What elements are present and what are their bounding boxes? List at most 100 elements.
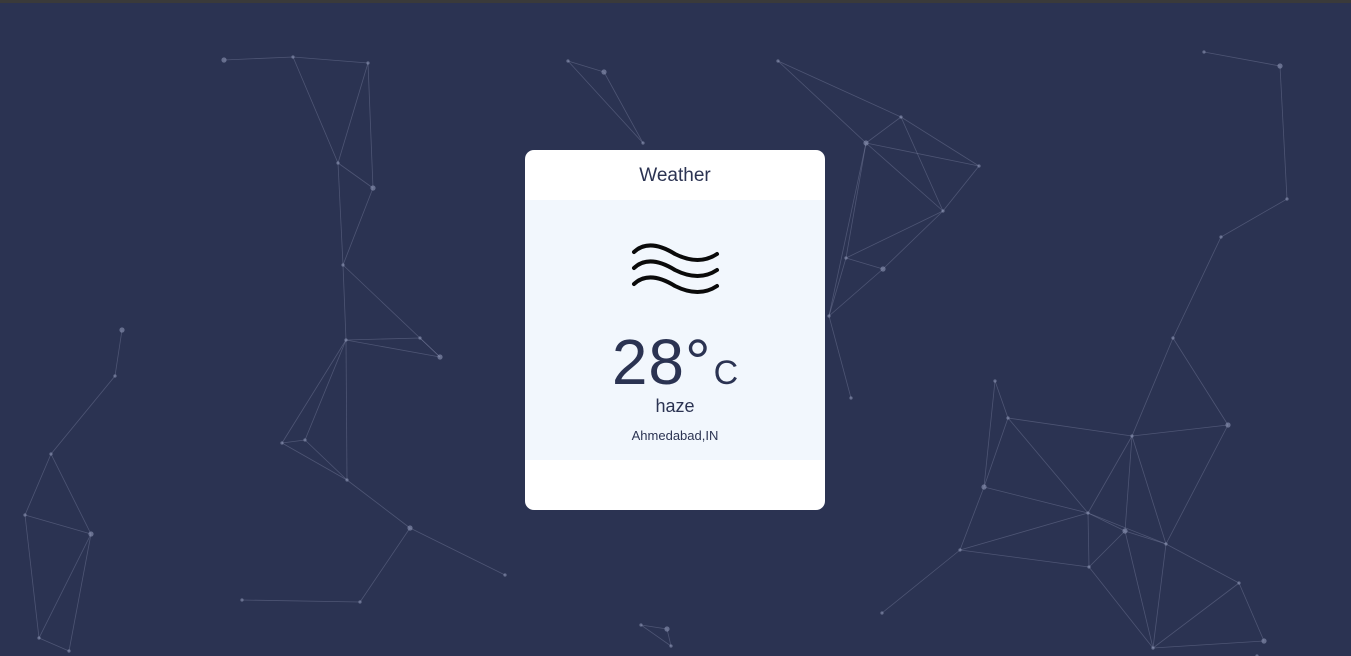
- particle-dot: [336, 161, 340, 165]
- particle-dot: [418, 336, 422, 340]
- particle-link: [359, 527, 411, 603]
- particle-link: [409, 527, 506, 576]
- particle-link: [845, 257, 884, 270]
- particle-dot: [1261, 638, 1267, 644]
- particle-link: [1124, 530, 1167, 545]
- particle-link: [845, 210, 944, 259]
- particle-link: [845, 142, 867, 259]
- particle-link: [1165, 543, 1240, 584]
- particle-link: [346, 479, 411, 529]
- particle-link: [1152, 640, 1265, 649]
- particle-dot: [639, 623, 643, 627]
- particle-link: [337, 162, 344, 266]
- particle-dot: [49, 452, 53, 456]
- particle-link: [1152, 543, 1167, 649]
- particle-link: [603, 71, 644, 144]
- particle-link: [994, 380, 1009, 419]
- particle-link: [828, 315, 852, 399]
- particle-dot: [303, 438, 307, 442]
- particle-link: [828, 268, 884, 317]
- particle-link: [1007, 417, 1133, 437]
- particle-dot: [977, 164, 981, 168]
- particle-link: [865, 142, 980, 167]
- particle-dot: [67, 649, 71, 653]
- particle-link: [1131, 337, 1174, 437]
- weather-condition: haze: [655, 396, 695, 416]
- particle-dot: [1164, 542, 1168, 546]
- temperature-value: 28°: [611, 326, 712, 398]
- particle-link: [959, 486, 985, 551]
- particle-dot: [221, 57, 227, 63]
- particle-dot: [899, 115, 903, 119]
- particle-link: [38, 637, 70, 652]
- particle-link: [959, 512, 1089, 551]
- particle-link: [1152, 582, 1240, 649]
- particle-link: [1087, 512, 1090, 568]
- particle-dot: [23, 513, 27, 517]
- particle-link: [281, 339, 347, 444]
- particle-link: [292, 56, 339, 164]
- particle-link: [1007, 417, 1089, 514]
- particle-link: [24, 514, 92, 535]
- particle-link: [38, 533, 92, 639]
- particle-link: [367, 62, 374, 189]
- card-body: 28°C haze Ahmedabad,IN: [525, 200, 825, 460]
- particle-link: [959, 549, 1090, 568]
- particle-link: [1131, 435, 1167, 545]
- particle-link: [828, 257, 847, 317]
- particle-dot: [1285, 197, 1289, 201]
- particle-link: [68, 533, 92, 652]
- particle-dot: [1122, 528, 1128, 534]
- particle-dot: [1086, 511, 1090, 515]
- particle-dot: [880, 611, 884, 615]
- particle-link: [1087, 512, 1126, 532]
- particle-link: [50, 375, 116, 455]
- particle-dot: [993, 379, 997, 383]
- particle-link: [114, 329, 123, 377]
- particle-link: [337, 162, 374, 189]
- particle-dot: [370, 185, 376, 191]
- particle-link: [900, 116, 944, 212]
- particle-link: [345, 337, 421, 341]
- particle-dot: [280, 441, 284, 445]
- particle-dot: [341, 263, 345, 267]
- particle-dot: [641, 141, 645, 145]
- particle-dot: [358, 600, 362, 604]
- particle-dot: [113, 374, 117, 378]
- particle-link: [777, 60, 902, 118]
- particle-link: [345, 339, 441, 358]
- particle-dot: [37, 636, 41, 640]
- particle-link: [640, 624, 668, 630]
- particle-dot: [844, 256, 848, 260]
- particle-link: [1238, 582, 1265, 642]
- particle-link: [24, 453, 52, 516]
- particle-link: [1124, 435, 1133, 532]
- particle-link: [1165, 424, 1229, 545]
- particle-dot: [1225, 422, 1231, 428]
- particle-link: [828, 142, 867, 317]
- particle-dot: [981, 484, 987, 490]
- particle-link: [345, 339, 348, 481]
- particle-dot: [1171, 336, 1175, 340]
- particle-link: [281, 439, 306, 444]
- particle-link: [50, 453, 92, 535]
- particle-dot: [566, 59, 570, 63]
- weather-card: Weather 28°C haze Ahmedabad,IN: [525, 150, 825, 510]
- particle-dot: [880, 266, 886, 272]
- particle-dot: [437, 354, 443, 360]
- particle-link: [24, 514, 40, 639]
- particle-dot: [240, 598, 244, 602]
- particle-dot: [601, 69, 607, 75]
- card-title: Weather: [639, 165, 711, 186]
- particle-link: [777, 60, 867, 144]
- temperature-unit: C: [713, 354, 739, 392]
- particle-dot: [1130, 434, 1134, 438]
- particle-dot: [366, 61, 370, 65]
- particle-link: [942, 165, 980, 212]
- particle-link: [1088, 530, 1126, 568]
- particle-link: [865, 142, 944, 212]
- particle-link: [1172, 236, 1222, 339]
- particle-dot: [1151, 646, 1155, 650]
- particle-dot: [1277, 63, 1283, 69]
- particle-dot: [669, 644, 673, 648]
